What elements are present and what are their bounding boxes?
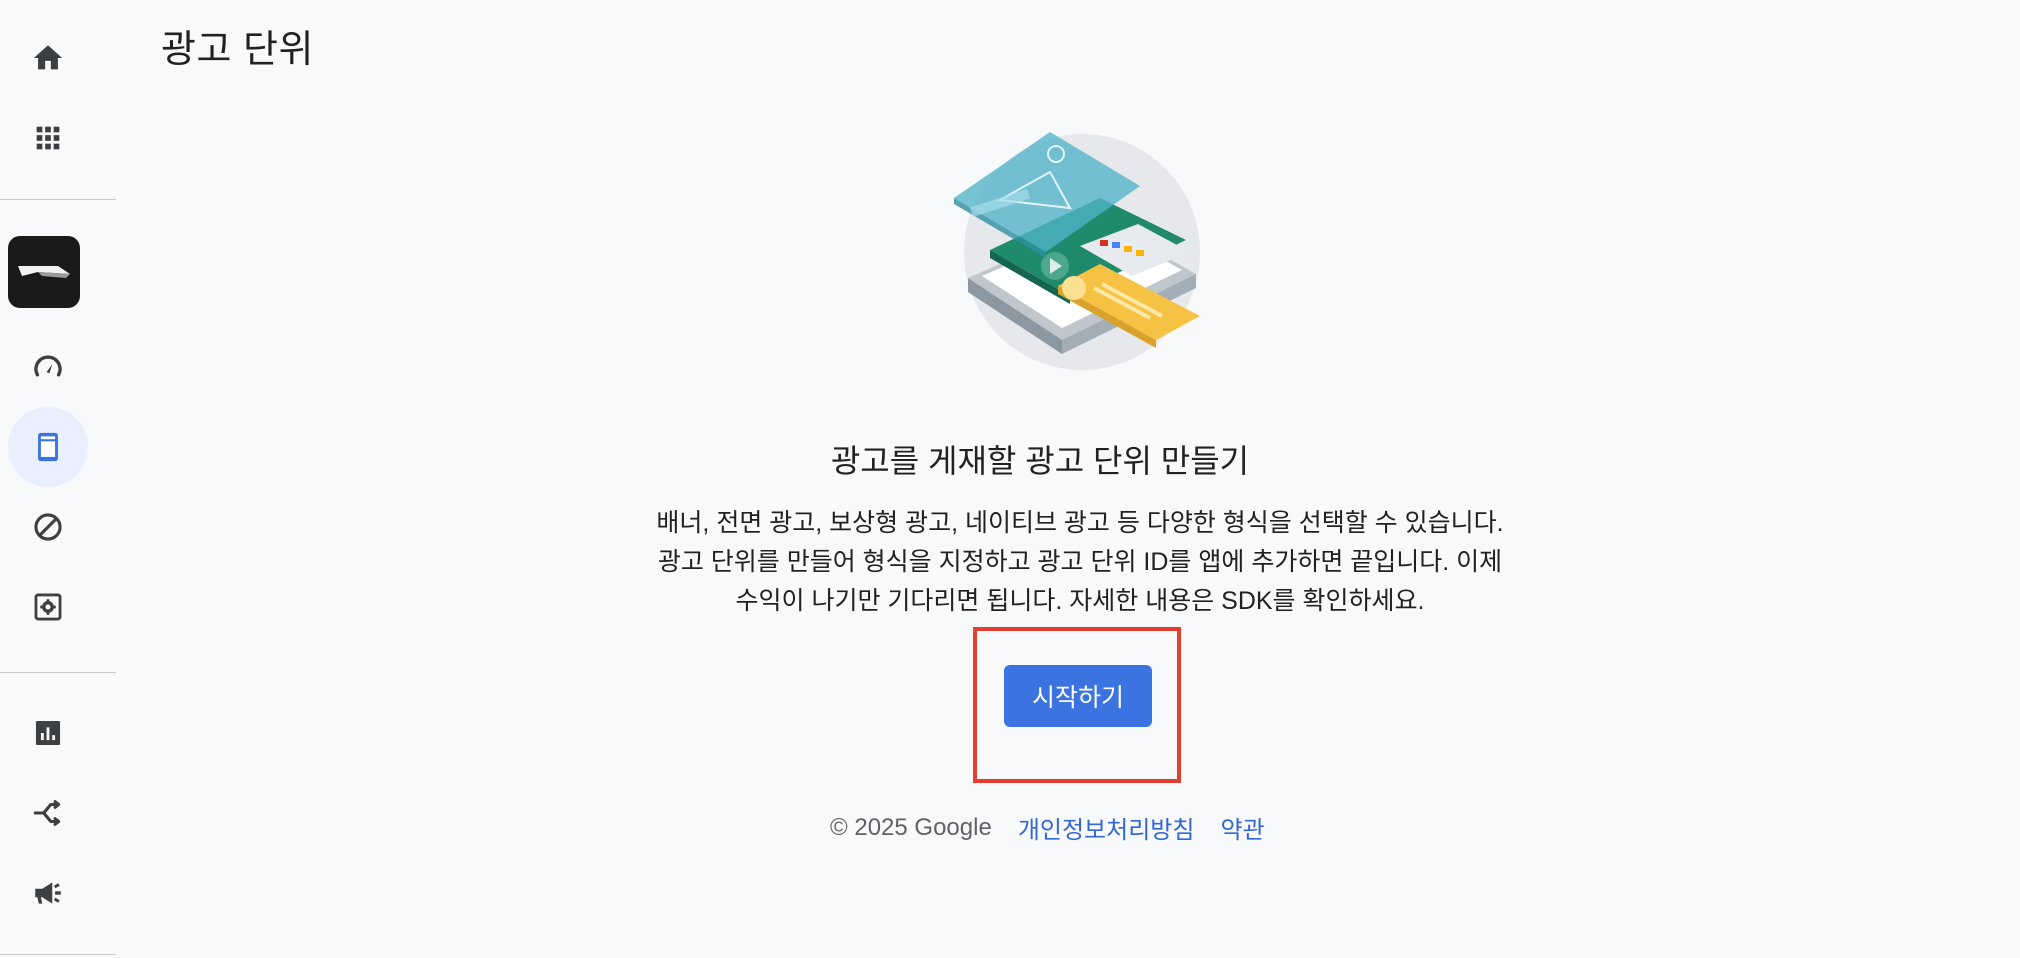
block-icon (34, 513, 62, 541)
nav-blocking-button[interactable] (8, 487, 88, 567)
mediation-merge-icon (33, 800, 61, 826)
copyright-text: © 2025 Google (830, 813, 992, 841)
navigation-rail (0, 0, 116, 958)
app-logo-button[interactable] (8, 236, 80, 308)
rail-divider (0, 199, 116, 200)
app-logo (18, 266, 70, 278)
apps-grid-icon (36, 126, 60, 150)
description-line: 수익이 나기만 기다리면 됩니다. 자세한 내용은 SDK를 확인하세요. (735, 587, 1425, 615)
nav-reports-button[interactable] (8, 693, 88, 773)
phone-ad-unit-icon (38, 432, 58, 462)
settings-gear-icon (34, 593, 62, 621)
page-title: 광고 단위 (161, 29, 314, 71)
get-started-button[interactable]: 시작하기 (1004, 665, 1152, 727)
nav-app-settings-button[interactable] (8, 567, 88, 647)
description-line: 광고 단위를 만들어 형식을 지정하고 광고 단위 ID를 앱에 추가하면 끝입… (657, 548, 1503, 576)
nav-home-button[interactable] (8, 18, 88, 98)
megaphone-icon (35, 882, 61, 904)
bar-chart-icon (35, 720, 61, 746)
nav-ad-units-button[interactable] (8, 407, 88, 487)
speedometer-icon (34, 355, 62, 377)
empty-state-description: 배너, 전면 광고, 보상형 광고, 네이티브 광고 등 다양한 형식을 선택할… (630, 504, 1530, 621)
terms-link[interactable]: 약관 (1220, 810, 1264, 845)
home-icon (33, 45, 63, 70)
nav-campaigns-button[interactable] (8, 853, 88, 933)
rail-divider (0, 672, 116, 673)
empty-state-heading: 광고를 게재할 광고 단위 만들기 (830, 443, 1250, 479)
rail-divider (0, 954, 116, 955)
ad-formats-illustration (950, 128, 1210, 378)
nav-apps-button[interactable] (8, 98, 88, 178)
footer: © 2025 Google 개인정보처리방침 약관 (830, 810, 1291, 845)
nav-overview-button[interactable] (8, 327, 88, 407)
description-line: 배너, 전면 광고, 보상형 광고, 네이티브 광고 등 다양한 형식을 선택할… (656, 509, 1504, 537)
nav-mediation-button[interactable] (8, 773, 88, 853)
privacy-policy-link[interactable]: 개인정보처리방침 (1018, 810, 1195, 845)
